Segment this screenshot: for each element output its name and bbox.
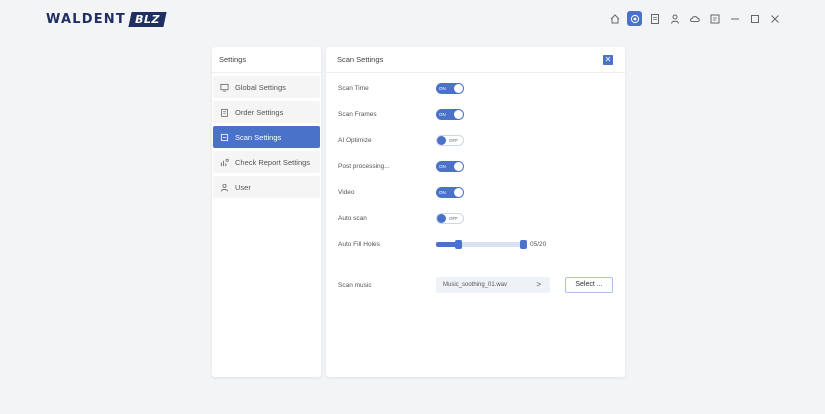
- sidebar-item-scan-settings[interactable]: Scan Settings: [213, 126, 320, 148]
- minimize-icon[interactable]: [727, 11, 742, 26]
- scan-time-toggle[interactable]: ON: [436, 82, 464, 94]
- report-icon[interactable]: [707, 11, 722, 26]
- slider-handle[interactable]: [455, 240, 462, 249]
- video-toggle[interactable]: ON: [436, 186, 464, 198]
- toggle-state: ON: [439, 189, 446, 195]
- setting-label: Scan Frames: [338, 110, 377, 118]
- brand-logo: WALDENT BLZ: [46, 11, 167, 28]
- setting-label: Post processing...: [338, 162, 390, 170]
- toggle-state: ON: [439, 163, 446, 169]
- sidebar-item-label: Order Settings: [235, 107, 284, 117]
- setting-label: Scan music: [338, 281, 372, 289]
- sidebar-item-global-settings[interactable]: Global Settings: [213, 76, 320, 98]
- document-icon[interactable]: [647, 11, 662, 26]
- ai-optimize-toggle[interactable]: OFF: [436, 134, 464, 146]
- slider-max-handle[interactable]: [520, 240, 527, 249]
- toggle-state: OFF: [449, 137, 458, 143]
- scan-music-field[interactable]: Music_soothing_01.wav >: [436, 277, 550, 293]
- user-icon[interactable]: [667, 11, 682, 26]
- scan-settings-panel: Scan Settings ✕ Scan Time ON Scan Frames…: [326, 47, 625, 377]
- setting-label: Auto Fill Holes: [338, 240, 380, 248]
- auto-fill-holes-slider[interactable]: [436, 240, 527, 249]
- close-panel-button[interactable]: ✕: [603, 55, 613, 65]
- scan-frames-toggle[interactable]: ON: [436, 108, 464, 120]
- clipboard-icon: [219, 107, 229, 117]
- close-icon[interactable]: [767, 11, 782, 26]
- scan-music-value: Music_soothing_01.wav: [443, 282, 508, 288]
- setting-label: Video: [338, 188, 355, 196]
- sidebar-item-check-report-settings[interactable]: Check Report Settings: [213, 151, 320, 173]
- scan-icon: [219, 132, 229, 142]
- sidebar-item-order-settings[interactable]: Order Settings: [213, 101, 320, 123]
- window-controls: [607, 11, 787, 26]
- settings-icon[interactable]: [627, 11, 642, 26]
- settings-sidebar: Settings Global Settings Order Settings …: [212, 47, 321, 377]
- slider-value: 05/20: [530, 240, 547, 248]
- cloud-icon[interactable]: [687, 11, 702, 26]
- setting-label: Auto scan: [338, 214, 367, 222]
- toggle-state: OFF: [449, 215, 458, 221]
- toggle-state: ON: [439, 111, 446, 117]
- setting-label: AI Optimize: [338, 136, 372, 144]
- select-music-button[interactable]: Select ...: [565, 277, 613, 293]
- sidebar-item-label: Scan Settings: [235, 132, 282, 142]
- toggle-state: ON: [439, 85, 446, 91]
- setting-label: Scan Time: [338, 84, 369, 92]
- sidebar-item-label: Global Settings: [235, 82, 286, 92]
- panel-header: Scan Settings ✕: [326, 47, 625, 73]
- home-icon[interactable]: [607, 11, 622, 26]
- post-processing-toggle[interactable]: ON: [436, 160, 464, 172]
- sidebar-item-label: Check Report Settings: [235, 157, 311, 167]
- chevron-right-icon: >: [536, 280, 541, 289]
- sidebar-title: Settings: [212, 47, 321, 73]
- maximize-icon[interactable]: [747, 11, 762, 26]
- auto-scan-toggle[interactable]: OFF: [436, 212, 464, 224]
- brand-name: WALDENT: [46, 12, 126, 27]
- brand-badge: BLZ: [128, 12, 167, 27]
- report-settings-icon: [219, 157, 229, 167]
- title-bar: WALDENT BLZ: [0, 0, 825, 40]
- panel-title: Scan Settings: [337, 55, 384, 64]
- user-icon: [219, 182, 229, 192]
- setting-row-scan-music: Scan music Music_soothing_01.wav > Selec…: [338, 277, 623, 293]
- sidebar-item-label: User: [235, 182, 251, 192]
- sidebar-item-user[interactable]: User: [213, 176, 320, 198]
- setting-row-auto-fill-holes: Auto Fill Holes 05/20: [338, 237, 618, 251]
- monitor-icon: [219, 82, 229, 92]
